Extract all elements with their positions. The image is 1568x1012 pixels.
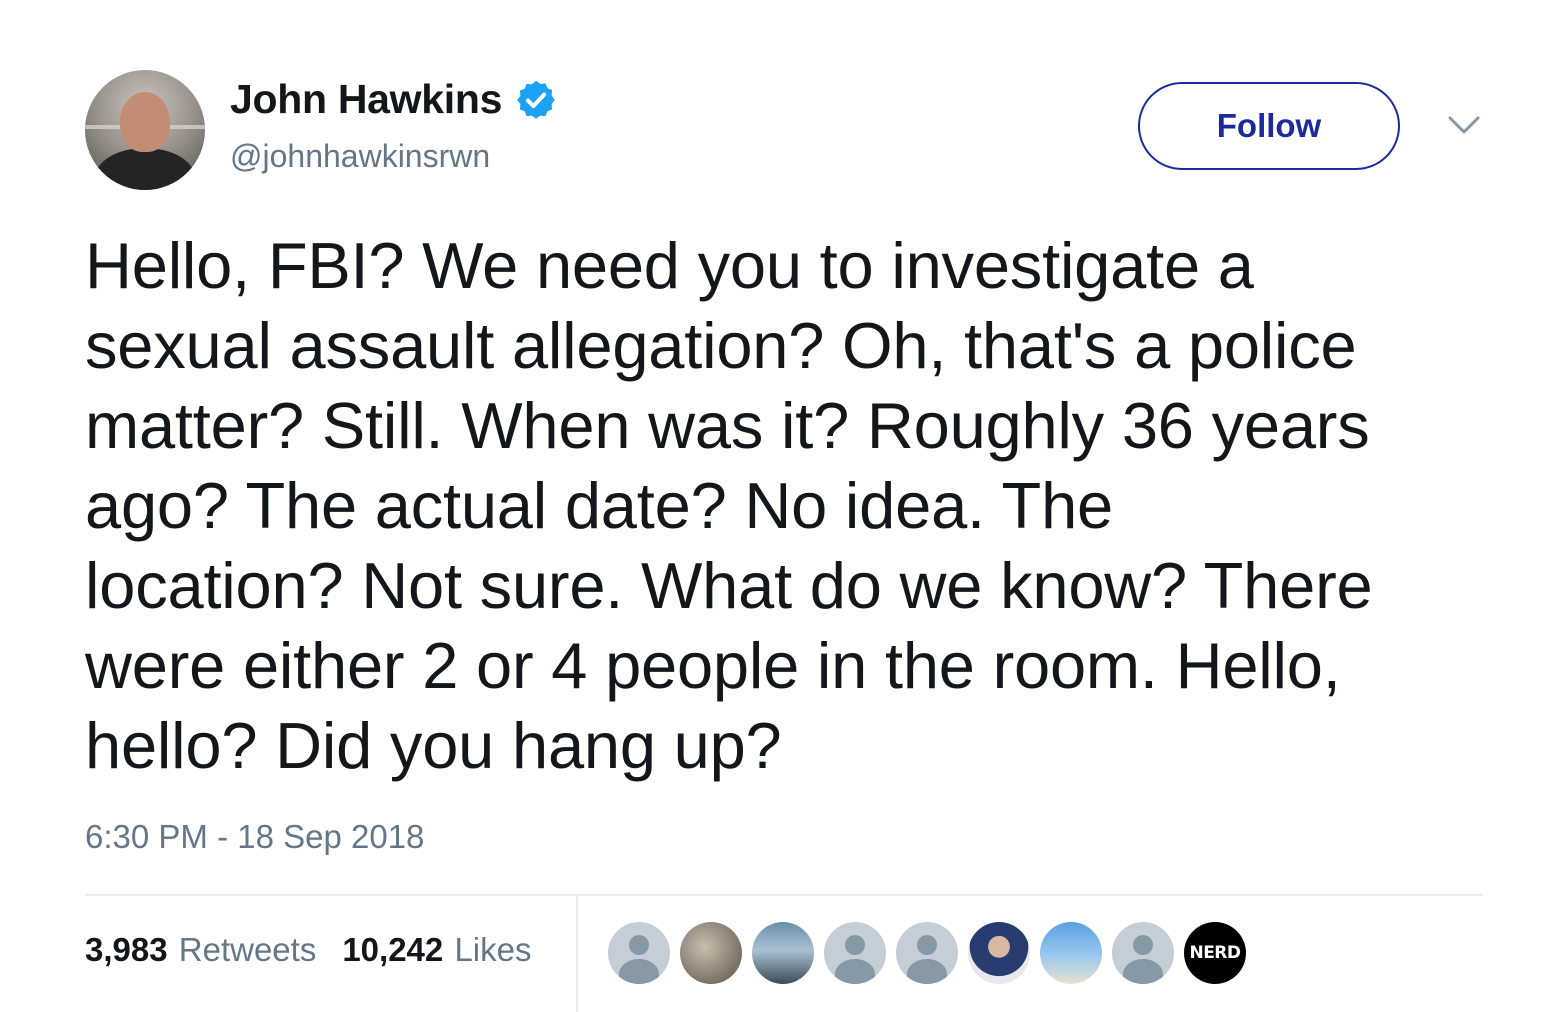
nerd-badge-label: NERD (1189, 943, 1241, 963)
retweets-label: Retweets (178, 931, 317, 968)
follow-button[interactable]: Follow (1138, 82, 1400, 170)
liker-avatar[interactable] (680, 922, 742, 984)
liker-avatar[interactable] (1112, 922, 1174, 984)
retweets-count: 3,983 (85, 931, 168, 968)
liker-avatar[interactable] (896, 922, 958, 984)
liker-avatar[interactable] (1040, 922, 1102, 984)
tweet-timestamp[interactable]: 6:30 PM - 18 Sep 2018 (85, 818, 424, 856)
likes-label: Likes (454, 931, 532, 968)
liker-avatars: NERD (608, 922, 1256, 984)
liker-avatar[interactable] (968, 922, 1030, 984)
likes-count: 10,242 (342, 931, 444, 968)
liker-avatar-nerd[interactable]: NERD (1184, 922, 1246, 984)
liker-avatar[interactable] (752, 922, 814, 984)
likes-stat[interactable]: 10,242 Likes (342, 931, 531, 969)
tweet-text: Hello, FBI? We need you to investigate a… (85, 229, 1373, 782)
retweets-stat[interactable]: 3,983 Retweets (85, 931, 316, 969)
tweet-stats: 3,983 Retweets 10,242 Likes (85, 931, 531, 969)
divider (85, 894, 1483, 896)
user-avatar[interactable] (85, 70, 205, 190)
user-handle[interactable]: @johnhawkinsrwn (230, 138, 490, 175)
liker-avatar[interactable] (824, 922, 886, 984)
tweet-card: John Hawkins @johnhawkinsrwn Follow Hell… (0, 0, 1568, 1012)
avatar-body (95, 148, 195, 190)
display-name[interactable]: John Hawkins (230, 76, 502, 123)
stats-divider (576, 896, 578, 1012)
verified-badge-icon (517, 80, 555, 119)
name-row: John Hawkins (230, 76, 558, 123)
liker-avatar[interactable] (608, 922, 670, 984)
chevron-down-icon[interactable] (1447, 114, 1481, 136)
avatar-face (120, 92, 170, 152)
